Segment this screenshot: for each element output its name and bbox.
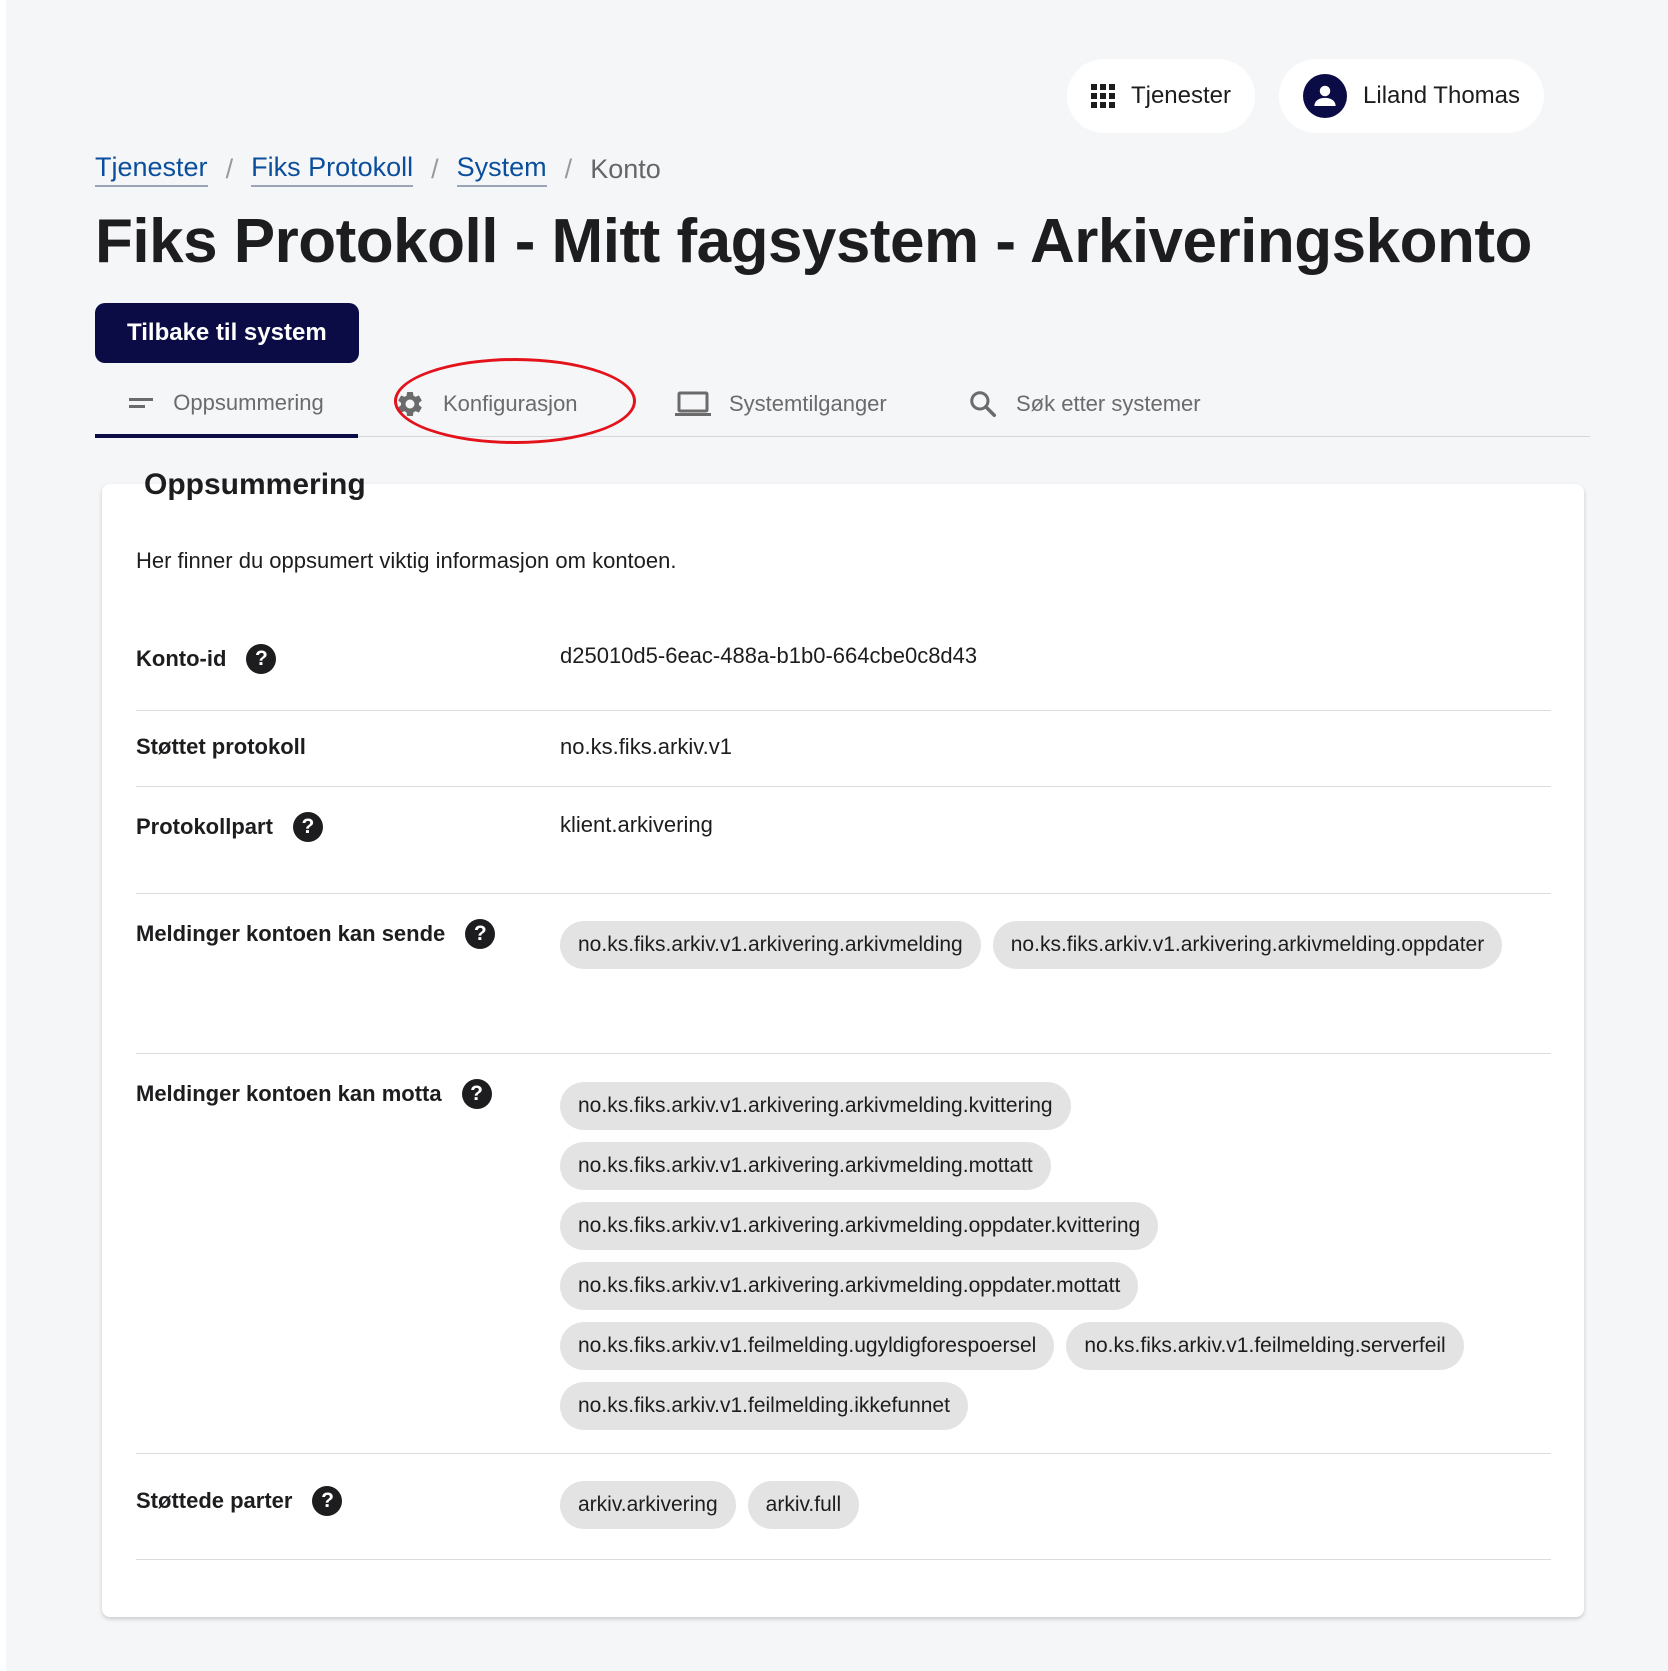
row-protokoll: Støttet protokoll no.ks.fiks.arkiv.v1 bbox=[136, 710, 1551, 787]
breadcrumb-link-fiks-protokoll[interactable]: Fiks Protokoll bbox=[251, 152, 414, 187]
row-label: Meldinger kontoen kan motta ? bbox=[136, 1079, 492, 1109]
row-label: Protokollpart ? bbox=[136, 812, 323, 842]
tab-systemtilganger[interactable]: Systemtilganger bbox=[675, 372, 887, 436]
tab-sok-etter-systemer[interactable]: Søk etter systemer bbox=[968, 372, 1201, 436]
sende-label: Meldinger kontoen kan sende bbox=[136, 921, 446, 946]
row-label: Meldinger kontoen kan sende ? bbox=[136, 919, 496, 949]
konto-id-value: d25010d5-6eac-488a-b1b0-664cbe0c8d43 bbox=[560, 643, 978, 668]
breadcrumb-separator: / bbox=[225, 154, 234, 184]
row-label: Støttet protokoll bbox=[136, 734, 306, 760]
tab-oppsummering[interactable]: Oppsummering bbox=[95, 372, 358, 438]
breadcrumb-link-tjenester[interactable]: Tjenester bbox=[95, 152, 208, 187]
message-chip: no.ks.fiks.arkiv.v1.arkivering.arkivmeld… bbox=[560, 921, 981, 969]
sende-chip-list: no.ks.fiks.arkiv.v1.arkivering.arkivmeld… bbox=[560, 921, 1550, 969]
top-bar: Tjenester Liland Thomas bbox=[1066, 59, 1544, 133]
message-chip: no.ks.fiks.arkiv.v1.arkivering.arkivmeld… bbox=[992, 921, 1503, 969]
message-chip: no.ks.fiks.arkiv.v1.arkivering.arkivmeld… bbox=[560, 1262, 1139, 1310]
services-menu-label: Tjenester bbox=[1130, 82, 1232, 109]
breadcrumb: Tjenester / Fiks Protokoll / System / Ko… bbox=[95, 152, 661, 187]
protokollpart-label: Protokollpart bbox=[136, 814, 273, 839]
page-title: Fiks Protokoll - Mitt fagsystem - Arkive… bbox=[95, 207, 1532, 276]
user-avatar-icon bbox=[1303, 74, 1348, 118]
search-icon bbox=[968, 389, 998, 419]
apps-grid-icon bbox=[1090, 84, 1115, 108]
tab-konfigurasjon[interactable]: Konfigurasjon bbox=[395, 372, 578, 436]
konto-id-label: Konto-id bbox=[136, 646, 227, 671]
tab-label: Konfigurasjon bbox=[443, 391, 578, 416]
message-chip: no.ks.fiks.arkiv.v1.feilmelding.ugyldigf… bbox=[560, 1322, 1055, 1370]
tab-label: Søk etter systemer bbox=[1016, 391, 1201, 416]
parter-label: Støttede parter bbox=[136, 1488, 293, 1513]
breadcrumb-current: Konto bbox=[590, 154, 661, 184]
message-chip: no.ks.fiks.arkiv.v1.arkivering.arkivmeld… bbox=[560, 1202, 1159, 1250]
summary-intro: Her finner du oppsumert viktig informasj… bbox=[136, 548, 677, 573]
protokollpart-value: klient.arkivering bbox=[560, 812, 713, 837]
user-name: Liland Thomas bbox=[1363, 82, 1520, 109]
tab-label: Oppsummering bbox=[173, 390, 324, 415]
parter-chip-list: arkiv.arkivering arkiv.full bbox=[560, 1481, 1550, 1529]
row-label: Støttede parter ? bbox=[136, 1486, 343, 1516]
row-protokollpart: Protokollpart ? klient.arkivering bbox=[136, 786, 1551, 894]
message-chip: no.ks.fiks.arkiv.v1.feilmelding.serverfe… bbox=[1066, 1322, 1464, 1370]
row-konto-id: Konto-id ? d25010d5-6eac-488a-b1b0-664cb… bbox=[136, 620, 1551, 711]
row-label: Konto-id ? bbox=[136, 644, 277, 674]
laptop-icon bbox=[675, 390, 711, 418]
window-edge bbox=[0, 0, 6, 1671]
party-chip: arkiv.arkivering bbox=[560, 1481, 736, 1529]
breadcrumb-separator: / bbox=[564, 154, 573, 184]
help-icon[interactable]: ? bbox=[292, 812, 323, 842]
message-chip: no.ks.fiks.arkiv.v1.feilmelding.ikkefunn… bbox=[560, 1382, 968, 1430]
motta-chip-list: no.ks.fiks.arkiv.v1.arkivering.arkivmeld… bbox=[560, 1082, 1550, 1430]
help-icon[interactable]: ? bbox=[246, 644, 277, 674]
protokoll-value: no.ks.fiks.arkiv.v1 bbox=[560, 734, 732, 759]
message-chip: no.ks.fiks.arkiv.v1.arkivering.arkivmeld… bbox=[560, 1082, 1071, 1130]
breadcrumb-link-system[interactable]: System bbox=[456, 152, 547, 187]
summary-title: Oppsummering bbox=[144, 468, 366, 501]
tab-label: Systemtilganger bbox=[729, 391, 887, 416]
row-parter: Støttede parter ? arkiv.arkivering arkiv… bbox=[136, 1453, 1551, 1560]
party-chip: arkiv.full bbox=[747, 1481, 860, 1529]
row-motta: Meldinger kontoen kan motta ? no.ks.fiks… bbox=[136, 1053, 1551, 1454]
tab-bar: Oppsummering Konfigurasjon Systemtilgang… bbox=[95, 372, 1590, 438]
user-menu-button[interactable]: Liland Thomas bbox=[1279, 59, 1544, 133]
message-chip: no.ks.fiks.arkiv.v1.arkivering.arkivmeld… bbox=[560, 1142, 1051, 1190]
services-menu-button[interactable]: Tjenester bbox=[1066, 59, 1256, 133]
gear-icon bbox=[395, 389, 425, 419]
short-text-icon bbox=[129, 395, 155, 411]
motta-label: Meldinger kontoen kan motta bbox=[136, 1081, 442, 1106]
help-icon[interactable]: ? bbox=[461, 1079, 492, 1109]
help-icon[interactable]: ? bbox=[312, 1486, 343, 1516]
row-sende: Meldinger kontoen kan sende ? no.ks.fiks… bbox=[136, 893, 1551, 1054]
protokoll-label: Støttet protokoll bbox=[136, 734, 306, 759]
back-to-system-button[interactable]: Tilbake til system bbox=[95, 303, 359, 363]
help-icon[interactable]: ? bbox=[465, 919, 496, 949]
breadcrumb-separator: / bbox=[431, 154, 439, 184]
